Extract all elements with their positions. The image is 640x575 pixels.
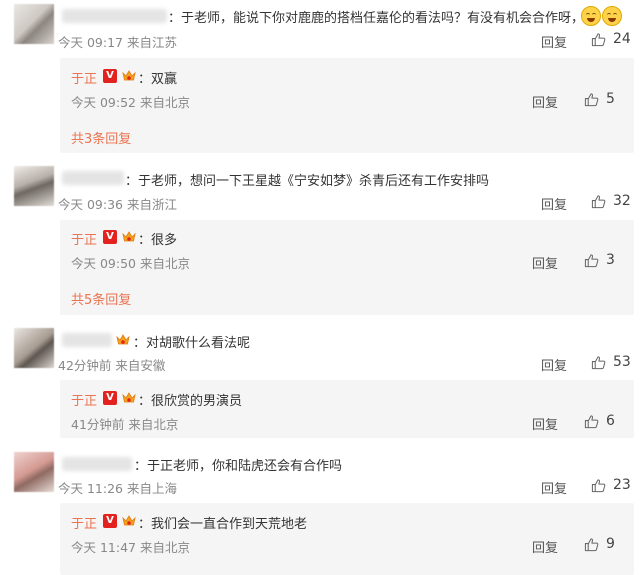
username-blurred[interactable] — [62, 9, 167, 23]
avatar[interactable] — [14, 452, 54, 492]
thumbs-up-icon — [584, 253, 599, 267]
avatar[interactable] — [14, 4, 54, 44]
like-button[interactable]: 3 — [584, 252, 615, 268]
more-replies-link[interactable]: 共5条回复 — [71, 289, 131, 308]
thumbs-up-icon — [591, 355, 606, 369]
username-blurred[interactable] — [62, 457, 132, 471]
crown-icon — [116, 334, 130, 345]
reply-button[interactable]: 回复 — [541, 478, 567, 497]
more-replies-link[interactable]: 共3条回复 — [71, 128, 131, 147]
reply-text: ：双赢 — [138, 72, 178, 87]
like-button[interactable]: 53 — [591, 354, 631, 370]
comment-time: 今天 09:36 来自浙江 — [58, 197, 177, 212]
like-count: 9 — [606, 536, 615, 552]
v-badge-icon: V — [103, 514, 117, 528]
comment-text: ：于正老师，你和陆虎还会有合作吗 — [134, 459, 343, 474]
avatar[interactable] — [14, 328, 54, 368]
reply-time: 今天 09:50 来自北京 — [71, 256, 190, 271]
reply-button[interactable]: 回复 — [532, 92, 558, 111]
reply-author[interactable]: 于正 — [71, 229, 97, 248]
like-button[interactable]: 6 — [584, 413, 615, 429]
thumbs-up-icon — [584, 537, 599, 551]
thumbs-up-icon — [591, 32, 606, 46]
reply-author[interactable]: 于正 — [71, 513, 97, 532]
reply-button[interactable]: 回复 — [532, 253, 558, 272]
comment-text: ：于老师，能说下你对鹿鹿的搭档任嘉伦的看法吗？有没有机会合作呀， — [168, 11, 585, 26]
like-button[interactable]: 32 — [591, 193, 631, 209]
username-blurred[interactable] — [62, 333, 112, 347]
reply-text: ：很欣赏的男演员 — [138, 394, 243, 409]
reply-button[interactable]: 回复 — [532, 414, 558, 433]
reply-time: 今天 09:52 来自北京 — [71, 95, 190, 110]
reply-button[interactable]: 回复 — [541, 355, 567, 374]
thumbs-up-icon — [591, 194, 606, 208]
reply-author[interactable]: 于正 — [71, 68, 97, 87]
reply-button[interactable]: 回复 — [541, 194, 567, 213]
crown-icon — [122, 392, 136, 403]
avatar[interactable] — [14, 166, 54, 206]
thumbs-up-icon — [584, 92, 599, 106]
reply-box: 于正 V ：很多 今天 09:50 来自北京 回复 3 共5条回复 — [60, 220, 634, 315]
thumbs-up-icon — [584, 414, 599, 428]
reply-text: ：我们会一直合作到天荒地老 — [138, 517, 308, 532]
thumbs-up-icon — [591, 478, 606, 492]
like-button[interactable]: 24 — [591, 31, 631, 47]
reply-time: 41分钟前 来自北京 — [71, 417, 179, 432]
v-badge-icon: V — [103, 69, 117, 83]
like-count: 32 — [613, 193, 631, 209]
comment-text: ：对胡歌什么看法呢 — [133, 336, 251, 351]
like-count: 3 — [606, 252, 615, 268]
laughing-emoji-icon — [581, 6, 601, 26]
like-count: 5 — [606, 91, 615, 107]
crown-icon — [122, 70, 136, 81]
like-button[interactable]: 5 — [584, 91, 615, 107]
reply-text: ：很多 — [138, 233, 178, 248]
reply-author[interactable]: 于正 — [71, 390, 97, 409]
like-count: 24 — [613, 31, 631, 47]
reply-button[interactable]: 回复 — [541, 32, 567, 51]
crown-icon — [122, 231, 136, 242]
comment-text: ：于老师，想问一下王星越《宁安如梦》杀青后还有工作安排吗 — [125, 174, 490, 189]
reply-box: 于正 V ：我们会一直合作到天荒地老 今天 11:47 来自北京 回复 9 — [60, 503, 634, 575]
username-blurred[interactable] — [62, 171, 124, 185]
v-badge-icon: V — [103, 230, 117, 244]
reply-time: 今天 11:47 来自北京 — [71, 540, 190, 555]
like-button[interactable]: 23 — [591, 477, 631, 493]
reply-button[interactable]: 回复 — [532, 537, 558, 556]
laughing-emoji-icon — [602, 6, 622, 26]
reply-box: 于正 V ：很欣赏的男演员 41分钟前 来自北京 回复 6 — [60, 380, 634, 438]
like-count: 23 — [613, 477, 631, 493]
comment-time: 今天 09:17 来自江苏 — [58, 35, 177, 50]
comment-time: 42分钟前 来自安徽 — [58, 358, 166, 373]
like-count: 6 — [606, 413, 615, 429]
v-badge-icon: V — [103, 391, 117, 405]
like-count: 53 — [613, 354, 631, 370]
comment-time: 今天 11:26 来自上海 — [58, 481, 177, 496]
like-button[interactable]: 9 — [584, 536, 615, 552]
reply-box: 于正 V ：双赢 今天 09:52 来自北京 回复 5 共3条回复 — [60, 58, 634, 153]
crown-icon — [122, 515, 136, 526]
